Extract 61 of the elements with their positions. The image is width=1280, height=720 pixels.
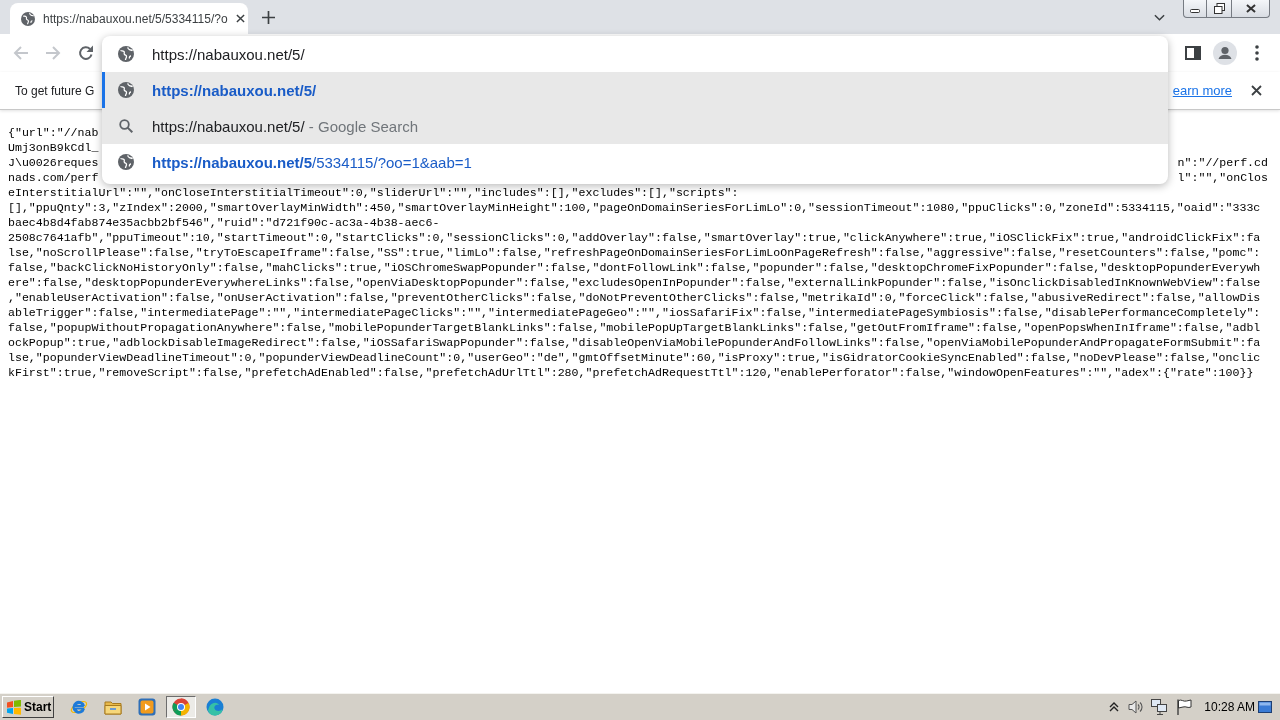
json-text-line: baec4b8d4fab874e35acbb2bf546","ruid":"d721f90c-ac3a-4b38-aec6- bbox=[8, 215, 440, 230]
chevron-down-icon[interactable] bbox=[1154, 13, 1165, 21]
play-icon bbox=[138, 698, 156, 716]
suggestion-item[interactable]: https://nabauxou.net/5/5334115/?oo=1&aab=1 bbox=[102, 144, 1168, 180]
e-logo-icon bbox=[70, 698, 88, 716]
flag-icon[interactable] bbox=[1176, 699, 1193, 715]
json-text-line: ere":false,"desktopPopunderEverywhereLinks":false,"openViaDesktopPopunder":false,"excludesOpenInPopunder":false,"externalLinkPopunder":false,"isOnclickDisabledInKnownWebView":false bbox=[8, 275, 1261, 290]
chevron-up-icon[interactable] bbox=[1109, 702, 1120, 712]
json-text-fragment: n":"//perf.cd bbox=[1177, 155, 1268, 170]
close-icon[interactable] bbox=[1251, 85, 1262, 96]
infobar-message: To get future G bbox=[15, 83, 95, 98]
json-text-line: kFirst":true,"removeScript":false,"prefetchAdEnabled":false,"prefetchAdUrlTtl":280,"prefetchAdRequestTtl":120,"enablePerforator":false,"windowOpenFeatures":"","adex":{"rate":100}} bbox=[8, 365, 1254, 380]
person-avatar-icon bbox=[1213, 41, 1237, 65]
suggestion-item[interactable]: https://nabauxou.net/5/ bbox=[102, 72, 1168, 108]
json-text-fragment: l":"","onClos bbox=[1177, 170, 1268, 185]
close-icon bbox=[1245, 4, 1256, 13]
json-text-fragment: nads.com/perf bbox=[8, 170, 99, 185]
minimize-button[interactable] bbox=[1183, 0, 1207, 18]
json-text-fragment: {"url":"//nab bbox=[8, 125, 99, 140]
left-arrow-icon bbox=[13, 45, 29, 61]
right-arrow-icon bbox=[45, 45, 61, 61]
network-icon[interactable] bbox=[1151, 699, 1168, 715]
address-field[interactable]: https://nabauxou.net/5/ bbox=[152, 43, 1168, 65]
json-text-line: ableTrigger":false,"intermediatePage":"","intermediatePageClicks":"","intermediatePageGeo":"","iosSafariFix":false,"intermediatePageSymbiosis":false,"disablePerformanceCompletely": bbox=[8, 305, 1261, 320]
globe-icon bbox=[21, 11, 35, 26]
show-desktop-icon[interactable] bbox=[1258, 701, 1272, 713]
taskbar-button[interactable] bbox=[166, 696, 196, 718]
reload-icon bbox=[78, 45, 94, 61]
json-text-line: lse,"popunderViewDeadlineTimeout":0,"popunderViewDeadlineCount":0,"userGeo":"de","gmtOffsetMinute":60,"isProxy":true,"isGidratorCookieSyncEnabled":false,"noDevPlease":false,"onclic bbox=[8, 350, 1261, 365]
minimize-icon bbox=[1190, 9, 1200, 13]
json-text-line: [],"ppuQnty":3,"zIndex":2000,"smartOverlayMinWidth":450,"smartOverlayMinHeight":100,"pageOnDomainSeriesForLimLo":0,"sessionTimeout":1080,"ppuClicks":0,"zoneId":5334115,"oaid":"333c bbox=[8, 200, 1261, 215]
json-text-line: lse,"noScrollPlease":false,"tryToEscapeIframe":false,"SS":true,"limLo":false,"refreshPageOnDomainSeriesForLimLoOnPageRefresh":false,"aggressive":false,"resetCounters":false,"pomc": bbox=[8, 245, 1261, 260]
side-panel-icon bbox=[1185, 46, 1201, 60]
restore-icon bbox=[1213, 3, 1225, 14]
globe-icon bbox=[118, 82, 134, 98]
json-text-fragment: J\u0026reques bbox=[8, 155, 99, 170]
json-text-line: ,"enableUserActivation":false,"onUserActivation":false,"preventOtherClicks":false,"doNotPreventOtherClicks":false,"metrikaId":0,"forceClick":false,"abusiveRedirect":false,"allowDis bbox=[8, 290, 1261, 305]
swirl-logo-icon bbox=[206, 698, 224, 716]
restore-button[interactable] bbox=[1206, 0, 1232, 18]
folder-icon bbox=[104, 698, 122, 716]
info-link[interactable]: earn more bbox=[1172, 83, 1232, 98]
round-logo-icon bbox=[172, 698, 190, 716]
json-text-line: ockPopup":true,"adblockDisableImageRedirect":false,"iOSSafariSwapPopunder":false,"disableOpenViaMobilePopunderAndFollowLinks":false,"openViaMobilePopunderAndPropagateFormSubmit":fa bbox=[8, 335, 1261, 350]
close-button[interactable] bbox=[1231, 0, 1270, 18]
menu-icon bbox=[1255, 45, 1259, 61]
suggestion-item[interactable]: https://nabauxou.net/5/ - Google Search bbox=[102, 108, 1168, 144]
globe-icon bbox=[118, 46, 134, 62]
browser-tab[interactable]: https://nabauxou.net/5/5334115/?o bbox=[10, 3, 248, 34]
json-text-line: false,"backClickNoHistoryOnly":false,"mahClicks":true,"iOSChromeSwapPopunder":false,"dontFollowLink":false,"popunder":false,"desktopChromeFixPopunder":false,"desktopPopunderEverywh bbox=[8, 260, 1261, 275]
start-button[interactable]: Start bbox=[2, 696, 54, 718]
search-icon bbox=[119, 119, 133, 133]
flag-logo-icon bbox=[6, 699, 22, 715]
clock-text: 10:28 AM bbox=[1204, 700, 1255, 714]
globe-icon bbox=[118, 154, 134, 170]
plus-icon[interactable] bbox=[262, 10, 275, 24]
json-text-fragment: Umj3onB9kCdl_ bbox=[8, 140, 99, 155]
close-icon[interactable] bbox=[235, 14, 245, 23]
json-text-line: false,"popupWithoutPropagationAnywhere":false,"mobilePopunderTargetBlankLinks":false,"mobilePopUpTargetBlankLinks":false,"getOutFromIframe":false,"openPopsWhenInIframe":false,"adbl bbox=[8, 320, 1261, 335]
json-text-line: 2508c7641afb","ppuTimeout":10,"startTimeout":0,"startClicks":0,"sessionClicks":0,"addOverlay":false,"smartOverlay":true,"clickAnywhere":true,"iOSClickFix":true,"androidClickFix":fa bbox=[8, 230, 1261, 245]
json-text-line: eInterstitialUrl":"","onCloseInterstitialTimeout":0,"sliderUrl":"","includes":[],"excludes":[],"scripts": bbox=[8, 185, 739, 200]
speaker-icon[interactable] bbox=[1128, 699, 1145, 715]
